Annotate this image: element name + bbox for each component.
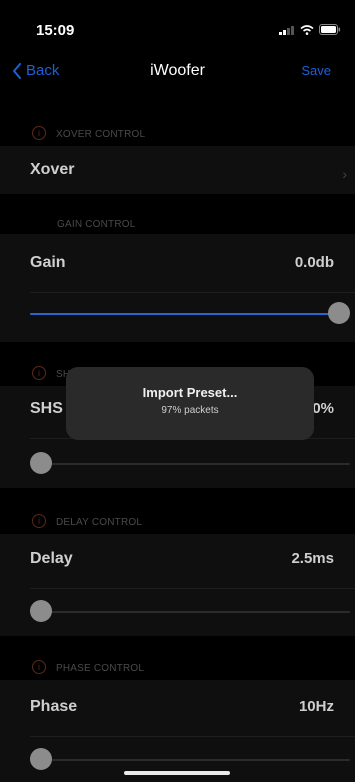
- battery-icon: [319, 24, 341, 35]
- gain-row: Gain 0.0db: [0, 234, 355, 342]
- shs-slider[interactable]: [30, 452, 350, 476]
- slider-thumb[interactable]: [328, 302, 350, 324]
- slider-track: [30, 759, 350, 761]
- phase-row: Phase 10Hz: [0, 680, 355, 782]
- shs-label: SHS: [30, 400, 63, 417]
- delay-label: Delay: [30, 550, 73, 567]
- delay-value: 2.5ms: [291, 550, 334, 567]
- slider-track: [30, 611, 350, 613]
- divider: [30, 588, 355, 589]
- xover-label: Xover: [30, 161, 75, 178]
- delay-slider[interactable]: [30, 600, 350, 624]
- xover-row[interactable]: Xover ›: [0, 146, 355, 194]
- phase-header-label: PHASE CONTROL: [56, 663, 145, 674]
- xover-section-header: i XOVER CONTROL: [0, 116, 355, 146]
- info-icon[interactable]: i: [32, 660, 46, 674]
- gain-section-header: GAIN CONTROL: [0, 206, 355, 236]
- home-indicator: [124, 771, 230, 775]
- hud-progress-text: 97% packets: [161, 405, 219, 416]
- gain-label: Gain: [30, 254, 66, 271]
- cellular-signal-icon: [279, 25, 294, 35]
- status-bar: 15:09: [0, 0, 355, 50]
- navigation-bar: Back iWoofer Save: [0, 50, 355, 96]
- chevron-right-icon: ›: [342, 166, 347, 182]
- divider: [30, 736, 355, 737]
- gain-value: 0.0db: [294, 254, 334, 271]
- save-button[interactable]: Save: [301, 63, 331, 78]
- phase-label: Phase: [30, 698, 78, 715]
- hud-title: Import Preset...: [142, 385, 238, 400]
- status-time: 15:09: [36, 22, 75, 39]
- slider-thumb[interactable]: [30, 452, 52, 474]
- delay-header-label: DELAY CONTROL: [56, 517, 143, 528]
- gain-slider[interactable]: [30, 302, 350, 326]
- slider-fill: [30, 313, 339, 315]
- delay-row: Delay 2.5ms: [0, 534, 355, 636]
- shs-value: 0%: [312, 400, 334, 417]
- info-icon[interactable]: i: [32, 126, 46, 140]
- wifi-icon: [300, 24, 314, 35]
- gain-header-label: GAIN CONTROL: [57, 219, 136, 230]
- status-icons: [279, 24, 341, 35]
- import-progress-hud: Import Preset... 97% packets: [66, 367, 314, 440]
- phase-value: 10Hz: [298, 698, 334, 715]
- info-icon[interactable]: i: [32, 514, 46, 528]
- slider-track: [30, 463, 350, 465]
- delay-section-header: i DELAY CONTROL: [0, 504, 355, 534]
- divider: [30, 292, 355, 293]
- slider-thumb[interactable]: [30, 748, 52, 770]
- phase-slider[interactable]: [30, 748, 350, 772]
- info-icon[interactable]: i: [32, 366, 46, 380]
- xover-header-label: XOVER CONTROL: [56, 129, 146, 140]
- slider-thumb[interactable]: [30, 600, 52, 622]
- phase-section-header: i PHASE CONTROL: [0, 650, 355, 680]
